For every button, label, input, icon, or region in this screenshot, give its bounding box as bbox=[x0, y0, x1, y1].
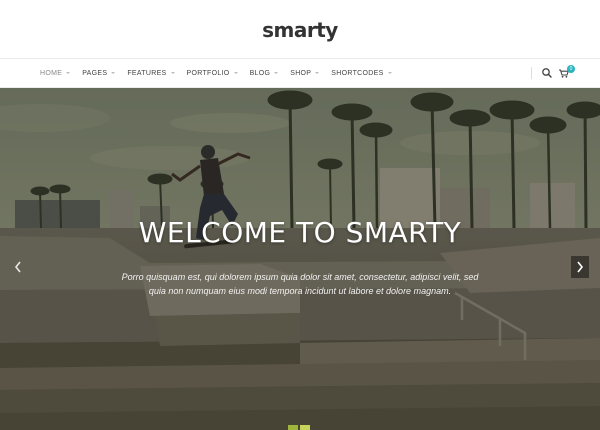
nav-menu: HOME PAGES FEATURES PORTFOLIO BLOG SHOP … bbox=[40, 59, 404, 87]
chevron-left-icon bbox=[14, 261, 21, 273]
caret-down-icon bbox=[233, 72, 238, 74]
caret-down-icon bbox=[387, 72, 392, 74]
hero-subtitle-line: Porro quisquam est, qui dolorem ipsum qu… bbox=[121, 272, 479, 282]
slider-dot[interactable] bbox=[288, 425, 298, 430]
nav-item-label: PORTFOLIO bbox=[186, 69, 230, 77]
caret-down-icon bbox=[274, 72, 279, 74]
nav-item-blog[interactable]: BLOG bbox=[250, 70, 279, 77]
caret-down-icon bbox=[111, 72, 116, 74]
chevron-right-icon bbox=[577, 261, 584, 273]
hero-title: WELCOME TO SMARTY bbox=[138, 216, 462, 249]
search-icon[interactable] bbox=[540, 66, 554, 80]
hero-subtitle: Porro quisquam est, qui dolorem ipsum qu… bbox=[110, 270, 490, 298]
nav-divider bbox=[531, 67, 532, 79]
nav-item-home[interactable]: HOME bbox=[40, 69, 71, 77]
hero-slider: WELCOME TO SMARTY Porro quisquam est, qu… bbox=[0, 88, 600, 430]
nav-item-label: HOME bbox=[40, 69, 63, 77]
nav-item-label: SHOP bbox=[290, 69, 312, 77]
main-navigation: HOME PAGES FEATURES PORTFOLIO BLOG SHOP … bbox=[0, 58, 600, 88]
logo-bar: smarty bbox=[0, 0, 600, 58]
nav-item-label: SHORTCODES bbox=[331, 69, 384, 77]
next-slide-button[interactable] bbox=[571, 256, 589, 278]
slider-dot[interactable] bbox=[300, 425, 310, 430]
hero-subtitle-line: quia non numquam eius modi tempora incid… bbox=[148, 286, 452, 296]
nav-item-features[interactable]: FEATURES bbox=[127, 69, 175, 77]
caret-down-icon bbox=[66, 72, 71, 74]
nav-item-shortcodes[interactable]: SHORTCODES bbox=[331, 69, 392, 77]
caret-down-icon bbox=[315, 72, 320, 74]
nav-item-label: BLOG bbox=[249, 69, 271, 77]
site-logo[interactable]: smarty bbox=[262, 18, 338, 42]
nav-item-portfolio[interactable]: PORTFOLIO bbox=[187, 70, 238, 77]
nav-item-label: FEATURES bbox=[127, 69, 167, 77]
hero-overlay bbox=[0, 88, 600, 430]
caret-down-icon bbox=[170, 72, 175, 74]
nav-item-label: PAGES bbox=[82, 69, 108, 77]
prev-slide-button[interactable] bbox=[9, 256, 27, 278]
nav-item-shop[interactable]: SHOP bbox=[290, 69, 320, 77]
nav-item-pages[interactable]: PAGES bbox=[82, 69, 116, 77]
cart-count-badge: 0 bbox=[567, 65, 575, 73]
